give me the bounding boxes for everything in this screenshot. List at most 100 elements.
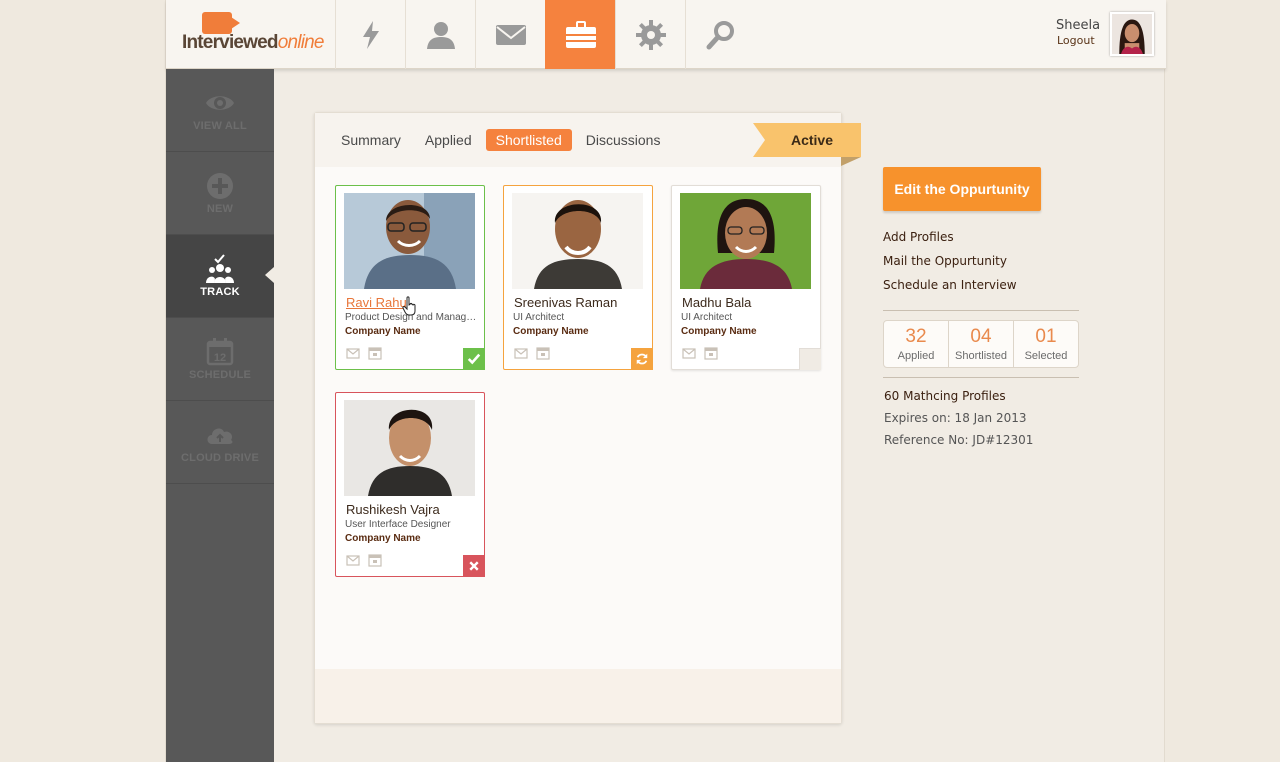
candidate-actions [514,346,558,360]
panel-header: Summary Applied Shortlisted Discussions … [315,113,861,167]
divider [883,377,1079,378]
logo[interactable]: Interviewedonline [182,12,324,58]
accepted-badge[interactable] [463,348,485,370]
stat-value: 01 [1035,326,1057,347]
candidate-name[interactable]: Sreenivas Raman [514,295,617,310]
calendar-day: 12 [214,352,226,364]
candidate-actions [346,553,390,567]
candidate-card[interactable]: Madhu Bala UI Architect Company Name [671,185,821,370]
stat-shortlisted[interactable]: 04 Shortlisted [949,321,1014,367]
nav-settings[interactable] [615,0,685,69]
eye-icon [206,96,234,110]
sidebar-item-view-all[interactable]: VIEW ALL [166,69,274,152]
top-bar: Interviewedonline Sheela Logout [166,0,1166,69]
logout-link[interactable]: Logout [1057,34,1095,47]
cloud-icon [207,428,233,444]
logo-text: Interviewedonline [182,32,324,54]
candidate-card[interactable]: Sreenivas Raman UI Architect Company Nam… [503,185,653,370]
stat-label: Shortlisted [955,350,1007,362]
panel-footer [315,669,841,723]
tab-summary[interactable]: Summary [331,129,411,151]
matching-profiles-link[interactable]: 60 Mathcing Profiles [884,389,1006,403]
calendar-icon: 12 [206,338,234,366]
in-progress-badge[interactable] [631,348,653,370]
sidebar: VIEW ALL NEW TRACK 12 SCHEDULE CLOUD DRI… [166,69,274,762]
candidate-role: User Interface Designer [345,519,451,530]
sidebar-item-label: SCHEDULE [188,369,252,381]
main-nav [335,0,755,69]
mail-icon[interactable] [346,553,360,567]
candidate-name-link[interactable]: Ravi Rahul [346,295,410,310]
calendar-icon[interactable] [368,553,382,567]
status-toggle[interactable] [799,348,821,370]
candidate-photo-image [512,193,643,289]
candidate-card[interactable]: Ravi Rahul Product Design and Management… [335,185,485,370]
candidate-role: UI Architect [681,312,733,323]
sidebar-item-cloud-drive[interactable]: CLOUD DRIVE [166,401,274,484]
schedule-interview-link[interactable]: Schedule an Interview [883,278,1017,292]
candidate-photo[interactable] [512,193,643,289]
close-icon [469,561,479,571]
candidate-company: Company Name [345,533,421,544]
mail-icon [495,24,526,45]
user-name: Sheela [1056,18,1101,33]
candidate-photo-image [344,400,475,496]
expiry-date: Expires on: 18 Jan 2013 [884,411,1027,425]
candidate-name[interactable]: Rushikesh Vajra [346,502,440,517]
app-window: Interviewedonline Sheela Logout VIEW ALL… [165,0,1166,762]
tab-applied[interactable]: Applied [415,129,482,151]
mail-icon[interactable] [514,346,528,360]
candidate-card[interactable]: Rushikesh Vajra User Interface Designer … [335,392,485,577]
briefcase-icon [565,20,596,48]
nav-search[interactable] [685,0,755,69]
tab-shortlisted[interactable]: Shortlisted [485,129,572,151]
calendar-icon[interactable] [536,346,550,360]
refresh-icon [636,353,648,365]
stat-label: Applied [897,350,935,362]
nav-jobs[interactable] [545,0,615,69]
gear-icon [635,19,666,50]
tab-discussions[interactable]: Discussions [576,129,671,151]
candidate-name[interactable]: Madhu Bala [682,295,751,310]
mail-icon[interactable] [682,346,696,360]
nav-messages[interactable] [475,0,545,69]
sidebar-item-new[interactable]: NEW [166,152,274,235]
candidate-company: Company Name [345,326,421,337]
check-icon [467,353,481,365]
avatar-portrait-image [1112,14,1152,54]
candidate-photo[interactable] [344,400,475,496]
reference-number: Reference No: JD#12301 [884,433,1034,447]
candidate-actions [682,346,726,360]
sidebar-item-label: CLOUD DRIVE [181,452,259,464]
tab-bar: Summary Applied Shortlisted Discussions [331,129,674,151]
status-badge: Active [753,123,861,166]
add-profiles-link[interactable]: Add Profiles [883,230,954,244]
people-check-icon [206,254,234,283]
candidate-photo[interactable] [344,193,475,289]
nav-profile[interactable] [405,0,475,69]
candidate-photo[interactable] [680,193,811,289]
stats-box: 32 Applied 04 Shortlisted 01 Selected [883,320,1079,368]
plus-icon [207,173,233,199]
candidate-company: Company Name [513,326,589,337]
lightning-icon [362,20,379,49]
sidebar-item-track[interactable]: TRACK [166,235,274,318]
logo-text-main: Interviewed [182,32,279,53]
user-icon [426,21,455,49]
calendar-icon[interactable] [704,346,718,360]
sidebar-item-schedule[interactable]: 12 SCHEDULE [166,318,274,401]
calendar-icon[interactable] [368,346,382,360]
stat-applied[interactable]: 32 Applied [884,321,949,367]
logo-camera-icon [202,12,240,34]
nav-activity[interactable] [335,0,405,69]
mail-icon[interactable] [346,346,360,360]
avatar[interactable] [1110,12,1154,56]
sidebar-item-label: TRACK [200,286,240,298]
logo-text-accent: online [277,32,325,53]
shortlist-panel: Summary Applied Shortlisted Discussions … [314,112,861,724]
edit-opportunity-button[interactable]: Edit the Oppurtunity [883,167,1041,211]
rejected-badge[interactable] [463,555,485,577]
mail-opportunity-link[interactable]: Mail the Oppurtunity [883,254,1007,268]
sidebar-item-label: VIEW ALL [193,120,247,132]
stat-selected[interactable]: 01 Selected [1014,321,1078,367]
